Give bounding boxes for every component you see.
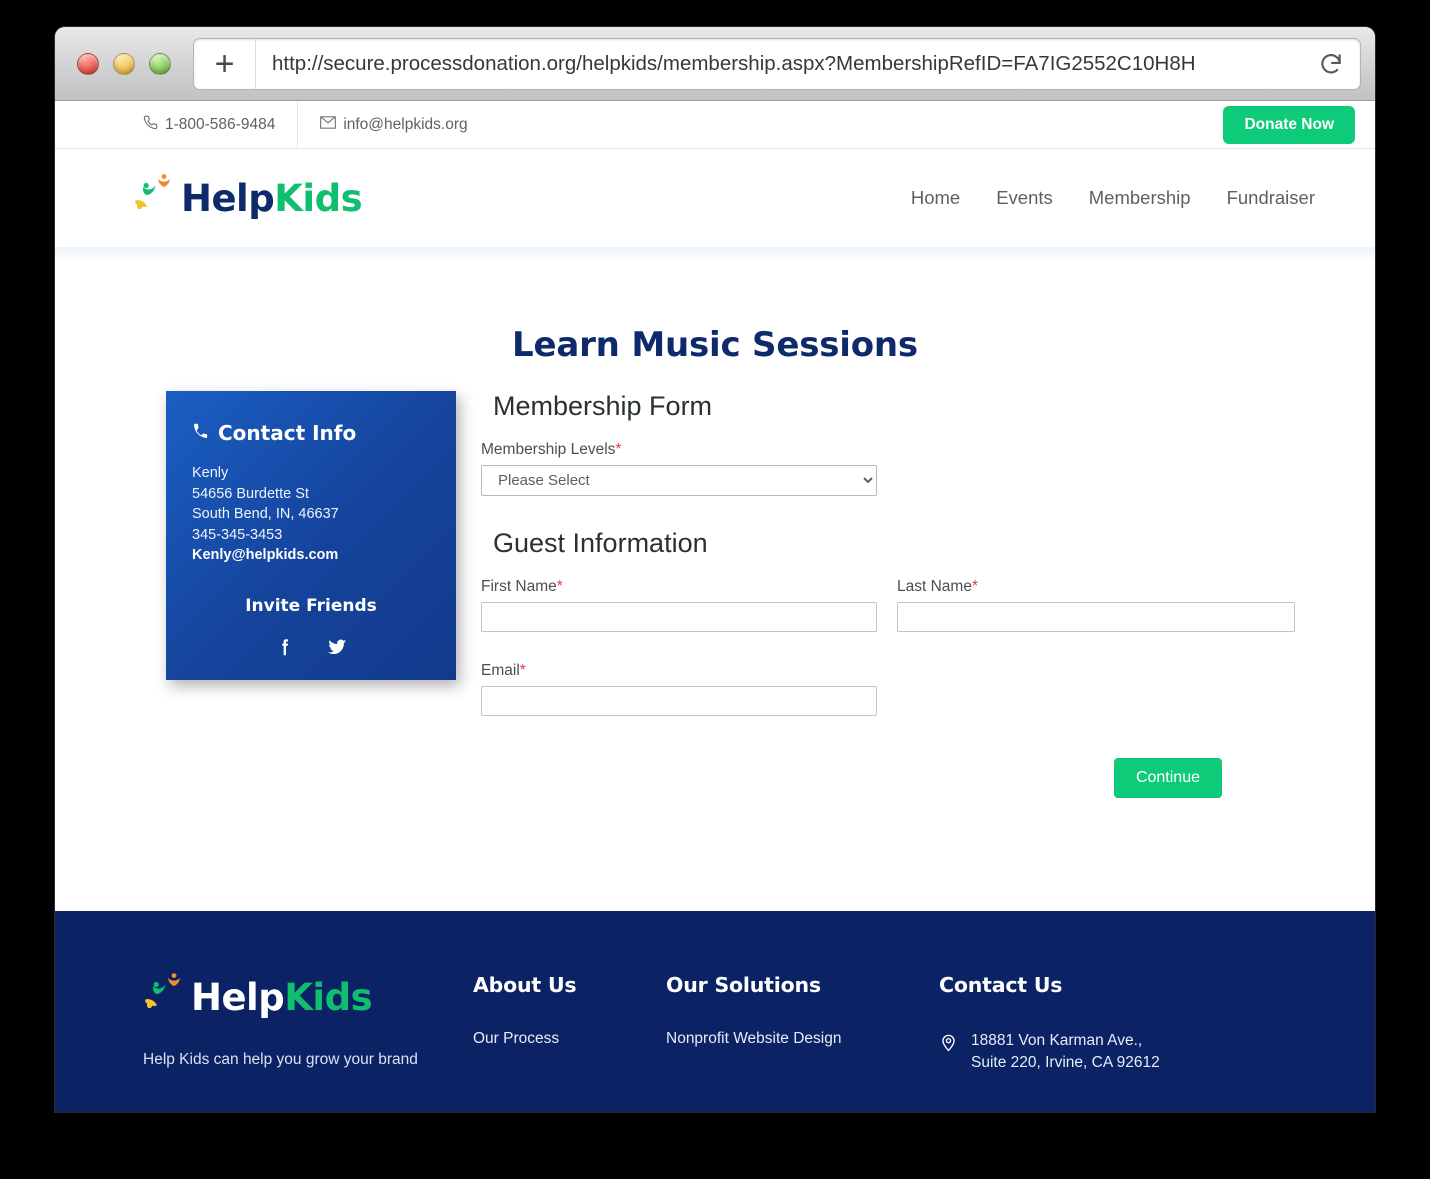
last-name-group: Last Name*: [897, 578, 1295, 632]
nav-item-home[interactable]: Home: [911, 187, 960, 209]
close-window-button[interactable]: [77, 52, 99, 75]
continue-button[interactable]: Continue: [1113, 758, 1222, 798]
page-content: Learn Music Sessions Contact Info Kenly …: [55, 261, 1375, 911]
email-contact[interactable]: info@helpkids.org: [298, 101, 489, 149]
nav-item-fundraiser[interactable]: Fundraiser: [1227, 187, 1315, 209]
phone-contact[interactable]: 1-800-586-9484: [55, 101, 299, 149]
url-text[interactable]: http://secure.processdonation.org/helpki…: [256, 52, 1302, 76]
invite-friends-title: Invite Friends: [245, 595, 377, 616]
social-links: [192, 636, 430, 658]
page-viewport: 1-800-586-9484 info@helpkids.org Donate …: [55, 101, 1375, 1112]
email-input[interactable]: [481, 686, 877, 716]
contact-city-state-zip: South Bend, IN, 46637: [192, 506, 339, 522]
primary-nav: Home Events Membership Fundraiser: [911, 187, 1315, 209]
contact-name: Kenly: [192, 465, 229, 481]
first-name-input[interactable]: [481, 602, 877, 632]
footer-heading-solutions: Our Solutions: [666, 973, 821, 997]
nav-item-membership[interactable]: Membership: [1089, 187, 1191, 209]
membership-levels-label: Membership Levels*: [481, 441, 1305, 459]
name-row: First Name* Last Name*: [481, 578, 1305, 654]
footer-address-text: 18881 Von Karman Ave., Suite 220, Irvine…: [971, 1030, 1160, 1074]
site-logo[interactable]: HelpKids: [133, 174, 363, 222]
helpkids-logo-mark: [133, 174, 177, 222]
logo-word-kids: Kids: [274, 176, 363, 220]
footer-columns: HelpKids Help Kids can help you grow you…: [55, 973, 1375, 1074]
contact-info-card: Contact Info Kenly 54656 Burdette St Sou…: [166, 391, 456, 680]
twitter-icon[interactable]: [326, 636, 348, 658]
footer-tagline: Help Kids can help you grow your brand: [143, 1051, 418, 1068]
map-pin-icon: [939, 1031, 958, 1054]
helpkids-logo-mark: [143, 973, 187, 1021]
contact-email[interactable]: Kenly@helpkids.com: [192, 545, 430, 566]
contact-phone: 345-345-3453: [192, 526, 283, 543]
phone-handset-icon: [192, 421, 209, 445]
last-name-input[interactable]: [897, 602, 1295, 632]
email-label: Email*: [481, 662, 877, 680]
contact-info-title-text: Contact Info: [218, 421, 357, 445]
membership-levels-group: Membership Levels* Please Select: [481, 441, 1305, 496]
footer-logo-wordmark: HelpKids: [191, 975, 373, 1019]
footer-heading-contact: Contact Us: [939, 973, 1063, 997]
site-header-nav: HelpKids Home Events Membership Fundrais…: [55, 149, 1375, 247]
last-name-label: Last Name*: [897, 578, 1295, 596]
footer-logo-word-kids: Kids: [284, 975, 373, 1019]
footer-logo[interactable]: HelpKids: [143, 973, 473, 1021]
form-actions: Continue: [481, 758, 1305, 798]
new-tab-icon[interactable]: +: [194, 38, 256, 89]
donate-now-button[interactable]: Donate Now: [1223, 105, 1355, 144]
footer-logo-word-help: Help: [191, 975, 285, 1019]
footer-brand: HelpKids Help Kids can help you grow you…: [143, 973, 473, 1074]
email-group: Email*: [481, 662, 877, 716]
footer-address-line1: 18881 Von Karman Ave.,: [971, 1032, 1143, 1049]
site-footer: HelpKids Help Kids can help you grow you…: [55, 911, 1375, 1112]
footer-column-about: About Us Our Process: [473, 973, 666, 1074]
reload-icon[interactable]: [1302, 39, 1360, 89]
first-name-label: First Name*: [481, 578, 877, 596]
phone-number: 1-800-586-9484: [165, 115, 276, 133]
browser-window: + http://secure.processdonation.org/help…: [55, 27, 1375, 1112]
membership-form-heading: Membership Form: [493, 391, 713, 421]
url-bar[interactable]: + http://secure.processdonation.org/help…: [193, 37, 1361, 90]
facebook-icon[interactable]: [274, 636, 296, 658]
nav-gradient-divider: [55, 247, 1375, 261]
guest-information-heading: Guest Information: [493, 528, 708, 558]
envelope-icon: [320, 115, 337, 134]
page-title: Learn Music Sessions: [512, 325, 918, 365]
logo-wordmark: HelpKids: [181, 176, 363, 220]
first-name-group: First Name*: [481, 578, 877, 632]
footer-column-contact: Contact Us 18881 Von Karman Ave., Suite …: [939, 973, 1239, 1074]
email-label-text: Email: [481, 662, 520, 679]
window-traffic-lights: [77, 52, 171, 75]
membership-levels-label-text: Membership Levels: [481, 441, 616, 458]
required-asterisk: *: [556, 578, 563, 595]
footer-link-nonprofit-website-design[interactable]: Nonprofit Website Design: [666, 1030, 939, 1048]
required-asterisk: *: [615, 441, 622, 458]
contact-street: 54656 Burdette St: [192, 485, 309, 502]
logo-word-help: Help: [181, 176, 275, 220]
content-row: Contact Info Kenly 54656 Burdette St Sou…: [55, 391, 1375, 798]
minimize-window-button[interactable]: [113, 52, 135, 75]
email-address: info@helpkids.org: [343, 115, 468, 133]
last-name-label-text: Last Name: [897, 578, 972, 595]
browser-chrome-bar: + http://secure.processdonation.org/help…: [55, 27, 1375, 101]
required-asterisk: *: [971, 578, 978, 595]
zoom-window-button[interactable]: [149, 52, 171, 75]
phone-icon: [143, 115, 158, 135]
membership-levels-select[interactable]: Please Select: [481, 465, 877, 496]
membership-form: Membership Form Membership Levels* Pleas…: [481, 391, 1375, 798]
footer-column-solutions: Our Solutions Nonprofit Website Design: [666, 973, 939, 1074]
required-asterisk: *: [519, 662, 526, 679]
site-utility-bar: 1-800-586-9484 info@helpkids.org Donate …: [55, 101, 1375, 149]
nav-item-events[interactable]: Events: [996, 187, 1053, 209]
footer-address-line2: Suite 220, Irvine, CA 92612: [971, 1054, 1160, 1071]
footer-heading-about: About Us: [473, 973, 577, 997]
footer-address: 18881 Von Karman Ave., Suite 220, Irvine…: [939, 1030, 1239, 1074]
footer-link-our-process[interactable]: Our Process: [473, 1030, 666, 1048]
first-name-label-text: First Name: [481, 578, 557, 595]
contact-info-title: Contact Info: [192, 421, 430, 445]
